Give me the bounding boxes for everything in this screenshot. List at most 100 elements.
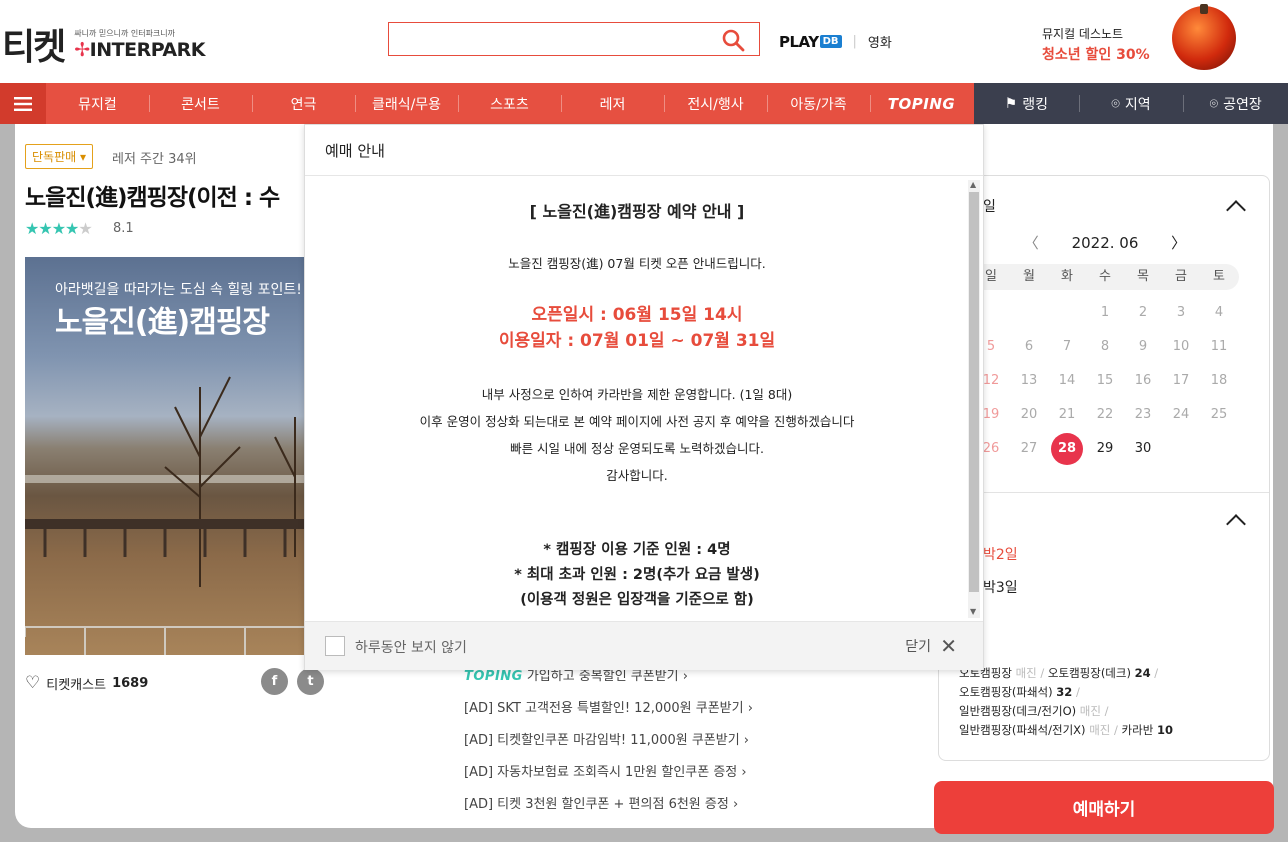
category-menu: 뮤지컬 콘서트 연극 클래식/무용 스포츠 레저 전시/행사 아동/가족 TOP… bbox=[46, 83, 973, 124]
seat-caravan-count: 10 bbox=[1156, 723, 1173, 737]
coupon-toping[interactable]: TOPING 가입하고 중복할인 쿠폰받기 › bbox=[464, 666, 753, 698]
seat-auto-status: 매진 bbox=[1015, 666, 1037, 680]
calendar-day: 7 bbox=[1062, 339, 1072, 354]
nav-item-sports[interactable]: 스포츠 bbox=[458, 83, 561, 124]
close-button[interactable]: 닫기 bbox=[905, 636, 931, 656]
search-box[interactable] bbox=[388, 22, 760, 56]
coupon-ad-skt[interactable]: [AD] SKT 고객전용 특별할인! 12,000원 쿠폰받기 › bbox=[464, 698, 753, 730]
seat-auto-gravel: 오토캠핑장(파쇄석) bbox=[959, 685, 1053, 699]
dont-show-today-label[interactable]: 하루동안 보지 않기 bbox=[355, 637, 467, 657]
calendar-day: 11 bbox=[1210, 339, 1228, 354]
scroll-up-icon[interactable]: ▲ bbox=[970, 180, 976, 189]
menu-icon bbox=[14, 96, 32, 111]
divider bbox=[939, 492, 1269, 493]
chevron-up-icon[interactable] bbox=[1226, 200, 1246, 220]
heart-icon[interactable]: ♡ bbox=[25, 673, 40, 693]
stars-filled-icon: ★★★★ bbox=[25, 219, 79, 238]
coupon-ad-convenience[interactable]: [AD] 티켓 3천원 할인쿠폰 + 편의점 6천원 증정 › bbox=[464, 794, 753, 826]
scroll-down-icon[interactable]: ▼ bbox=[970, 607, 976, 616]
book-now-button[interactable]: 예매하기 bbox=[934, 781, 1274, 834]
chevron-up-icon[interactable] bbox=[1226, 514, 1246, 534]
promo-apple-image[interactable] bbox=[1172, 6, 1236, 70]
dont-show-today-checkbox[interactable] bbox=[325, 636, 345, 656]
promo-line2: 청소년 할인 30% bbox=[1042, 47, 1150, 63]
site-logo[interactable]: 티켓 싸니까 믿으니까 인터파크니까 ✢INTERPARK bbox=[2, 18, 205, 70]
logo-brand: ✢INTERPARK bbox=[74, 39, 205, 61]
bookmark-icon: ⚑ bbox=[1004, 95, 1018, 112]
search-icon[interactable] bbox=[721, 28, 745, 52]
facebook-share-icon[interactable]: f bbox=[261, 668, 288, 695]
calendar-day: 24 bbox=[1172, 407, 1190, 422]
modal-body: [ 노을진(進)캠핑장 예약 안내 ] 노을진 캠핑장(進) 07월 티켓 오픈… bbox=[305, 176, 969, 621]
nav-venue[interactable]: ⌾ 공연장 bbox=[1183, 83, 1288, 124]
notice-open-date: 오픈일시 : 06월 15일 14시 bbox=[531, 305, 743, 325]
ticketcast[interactable]: ♡ 티켓캐스트 1689 bbox=[25, 673, 148, 693]
logo-brand-text: INTERPARK bbox=[89, 38, 206, 61]
booking-panel: 일 〈 2022. 06 〉 일월화수목금토 박2일 박3일 오토캠핑장 매진 … bbox=[938, 175, 1270, 761]
scrollbar-thumb[interactable] bbox=[969, 192, 979, 592]
coupon-ad-ticket[interactable]: [AD] 티켓할인쿠폰 마감임박! 11,000원 쿠폰받기 › bbox=[464, 730, 753, 762]
divider: | bbox=[852, 34, 857, 49]
nav-item-classic[interactable]: 클래식/무용 bbox=[355, 83, 458, 124]
seat-sep: / bbox=[1075, 685, 1080, 699]
option-3days[interactable]: 박3일 bbox=[983, 577, 1018, 597]
calendar-day: 23 bbox=[1134, 407, 1152, 422]
calendar-day: 21 bbox=[1058, 407, 1076, 422]
toping-logo: TOPING bbox=[464, 669, 523, 684]
calendar-day: 18 bbox=[1210, 373, 1228, 388]
rating-score: 8.1 bbox=[113, 221, 134, 236]
seat-general-deck: 일반캠핑장(데크/전기O) bbox=[959, 704, 1077, 718]
apple-stem bbox=[1200, 4, 1208, 14]
stars-empty-icon: ★ bbox=[78, 219, 92, 238]
notice-use-date: 이용일자 : 07월 01일 ~ 07월 31일 bbox=[498, 331, 776, 351]
calendar-day[interactable]: 29 bbox=[1089, 433, 1121, 465]
location-pin-icon: ⌾ bbox=[1111, 95, 1120, 112]
nav-item-kids[interactable]: 아동/가족 bbox=[767, 83, 870, 124]
weekday-label: 수 bbox=[1099, 269, 1111, 284]
coupon-list: TOPING 가입하고 중복할인 쿠폰받기 › [AD] SKT 고객전용 특별할… bbox=[464, 666, 753, 826]
calendar-day: 9 bbox=[1138, 339, 1148, 354]
nav-item-concert[interactable]: 콘서트 bbox=[149, 83, 252, 124]
seat-auto-gravel-count: 32 bbox=[1056, 685, 1073, 699]
playdb-link[interactable]: PLAY DB | 영화 bbox=[779, 32, 892, 52]
date-section-title: 일 bbox=[983, 199, 996, 215]
nav-ranking-label: 랭킹 bbox=[1022, 96, 1048, 113]
movie-link[interactable]: 영화 bbox=[868, 32, 892, 51]
next-month-icon[interactable]: 〉 bbox=[1171, 234, 1186, 252]
notice-line1: 내부 사정으로 인하여 카라반을 제한 운영합니다. (1일 8대) bbox=[481, 387, 793, 402]
close-icon[interactable]: ✕ bbox=[940, 636, 957, 656]
calendar-day: 17 bbox=[1172, 373, 1190, 388]
nav-item-play[interactable]: 연극 bbox=[252, 83, 355, 124]
month-label: 2022. 06 bbox=[1071, 234, 1139, 252]
weekday-header: 일월화수목금토 bbox=[967, 264, 1239, 290]
option-2days[interactable]: 박2일 bbox=[983, 544, 1018, 564]
modal-footer: 하루동안 보지 않기 닫기 ✕ bbox=[305, 621, 983, 670]
coupon-ad-insurance[interactable]: [AD] 자동차보험료 조회즉시 1만원 할인쿠폰 증정 › bbox=[464, 762, 753, 794]
calendar-day[interactable]: 28 bbox=[1051, 433, 1083, 465]
nav-item-exhibition[interactable]: 전시/행사 bbox=[664, 83, 767, 124]
seat-sep: / bbox=[1154, 666, 1159, 680]
calendar-month: 〈 2022. 06 〉 bbox=[939, 232, 1269, 253]
nav-item-toping[interactable]: TOPING bbox=[870, 83, 973, 124]
star-rating: ★★★★★ bbox=[25, 219, 93, 238]
hamburger-menu-button[interactable] bbox=[0, 83, 46, 124]
nav-region[interactable]: ⌾ 지역 bbox=[1078, 83, 1184, 124]
booking-notice-modal: 예매 안내 [ 노을진(進)캠핑장 예약 안내 ] 노을진 캠핑장(進) 07월… bbox=[304, 124, 984, 670]
calendar-day: 14 bbox=[1058, 373, 1076, 388]
prev-month-icon[interactable]: 〈 bbox=[1024, 234, 1039, 252]
calendar-day[interactable]: 30 bbox=[1127, 433, 1159, 465]
modal-scrollbar[interactable]: ▲ ▼ bbox=[968, 180, 980, 618]
notice-title: [ 노을진(進)캠핑장 예약 안내 ] bbox=[529, 202, 745, 221]
exclusive-badge[interactable]: 단독판매 ▾ bbox=[25, 144, 93, 169]
search-input[interactable] bbox=[389, 23, 709, 55]
twitter-share-icon[interactable]: t bbox=[297, 668, 324, 695]
seat-sep: / bbox=[1104, 704, 1109, 718]
main-nav: 뮤지컬 콘서트 연극 클래식/무용 스포츠 레저 전시/행사 아동/가족 TOP… bbox=[0, 83, 1288, 124]
nav-item-musical[interactable]: 뮤지컬 bbox=[46, 83, 149, 124]
nav-ranking[interactable]: ⚑ 랭킹 bbox=[974, 83, 1079, 124]
nav-item-leisure[interactable]: 레저 bbox=[561, 83, 664, 124]
header-promo[interactable]: 뮤지컬 데스노트 청소년 할인 30% bbox=[1042, 25, 1150, 64]
ticketcast-label: 티켓캐스트 bbox=[46, 677, 107, 693]
notice-rule1: * 캠핑장 이용 기준 인원 : 4명 bbox=[543, 542, 731, 558]
poster-scene bbox=[25, 376, 315, 655]
